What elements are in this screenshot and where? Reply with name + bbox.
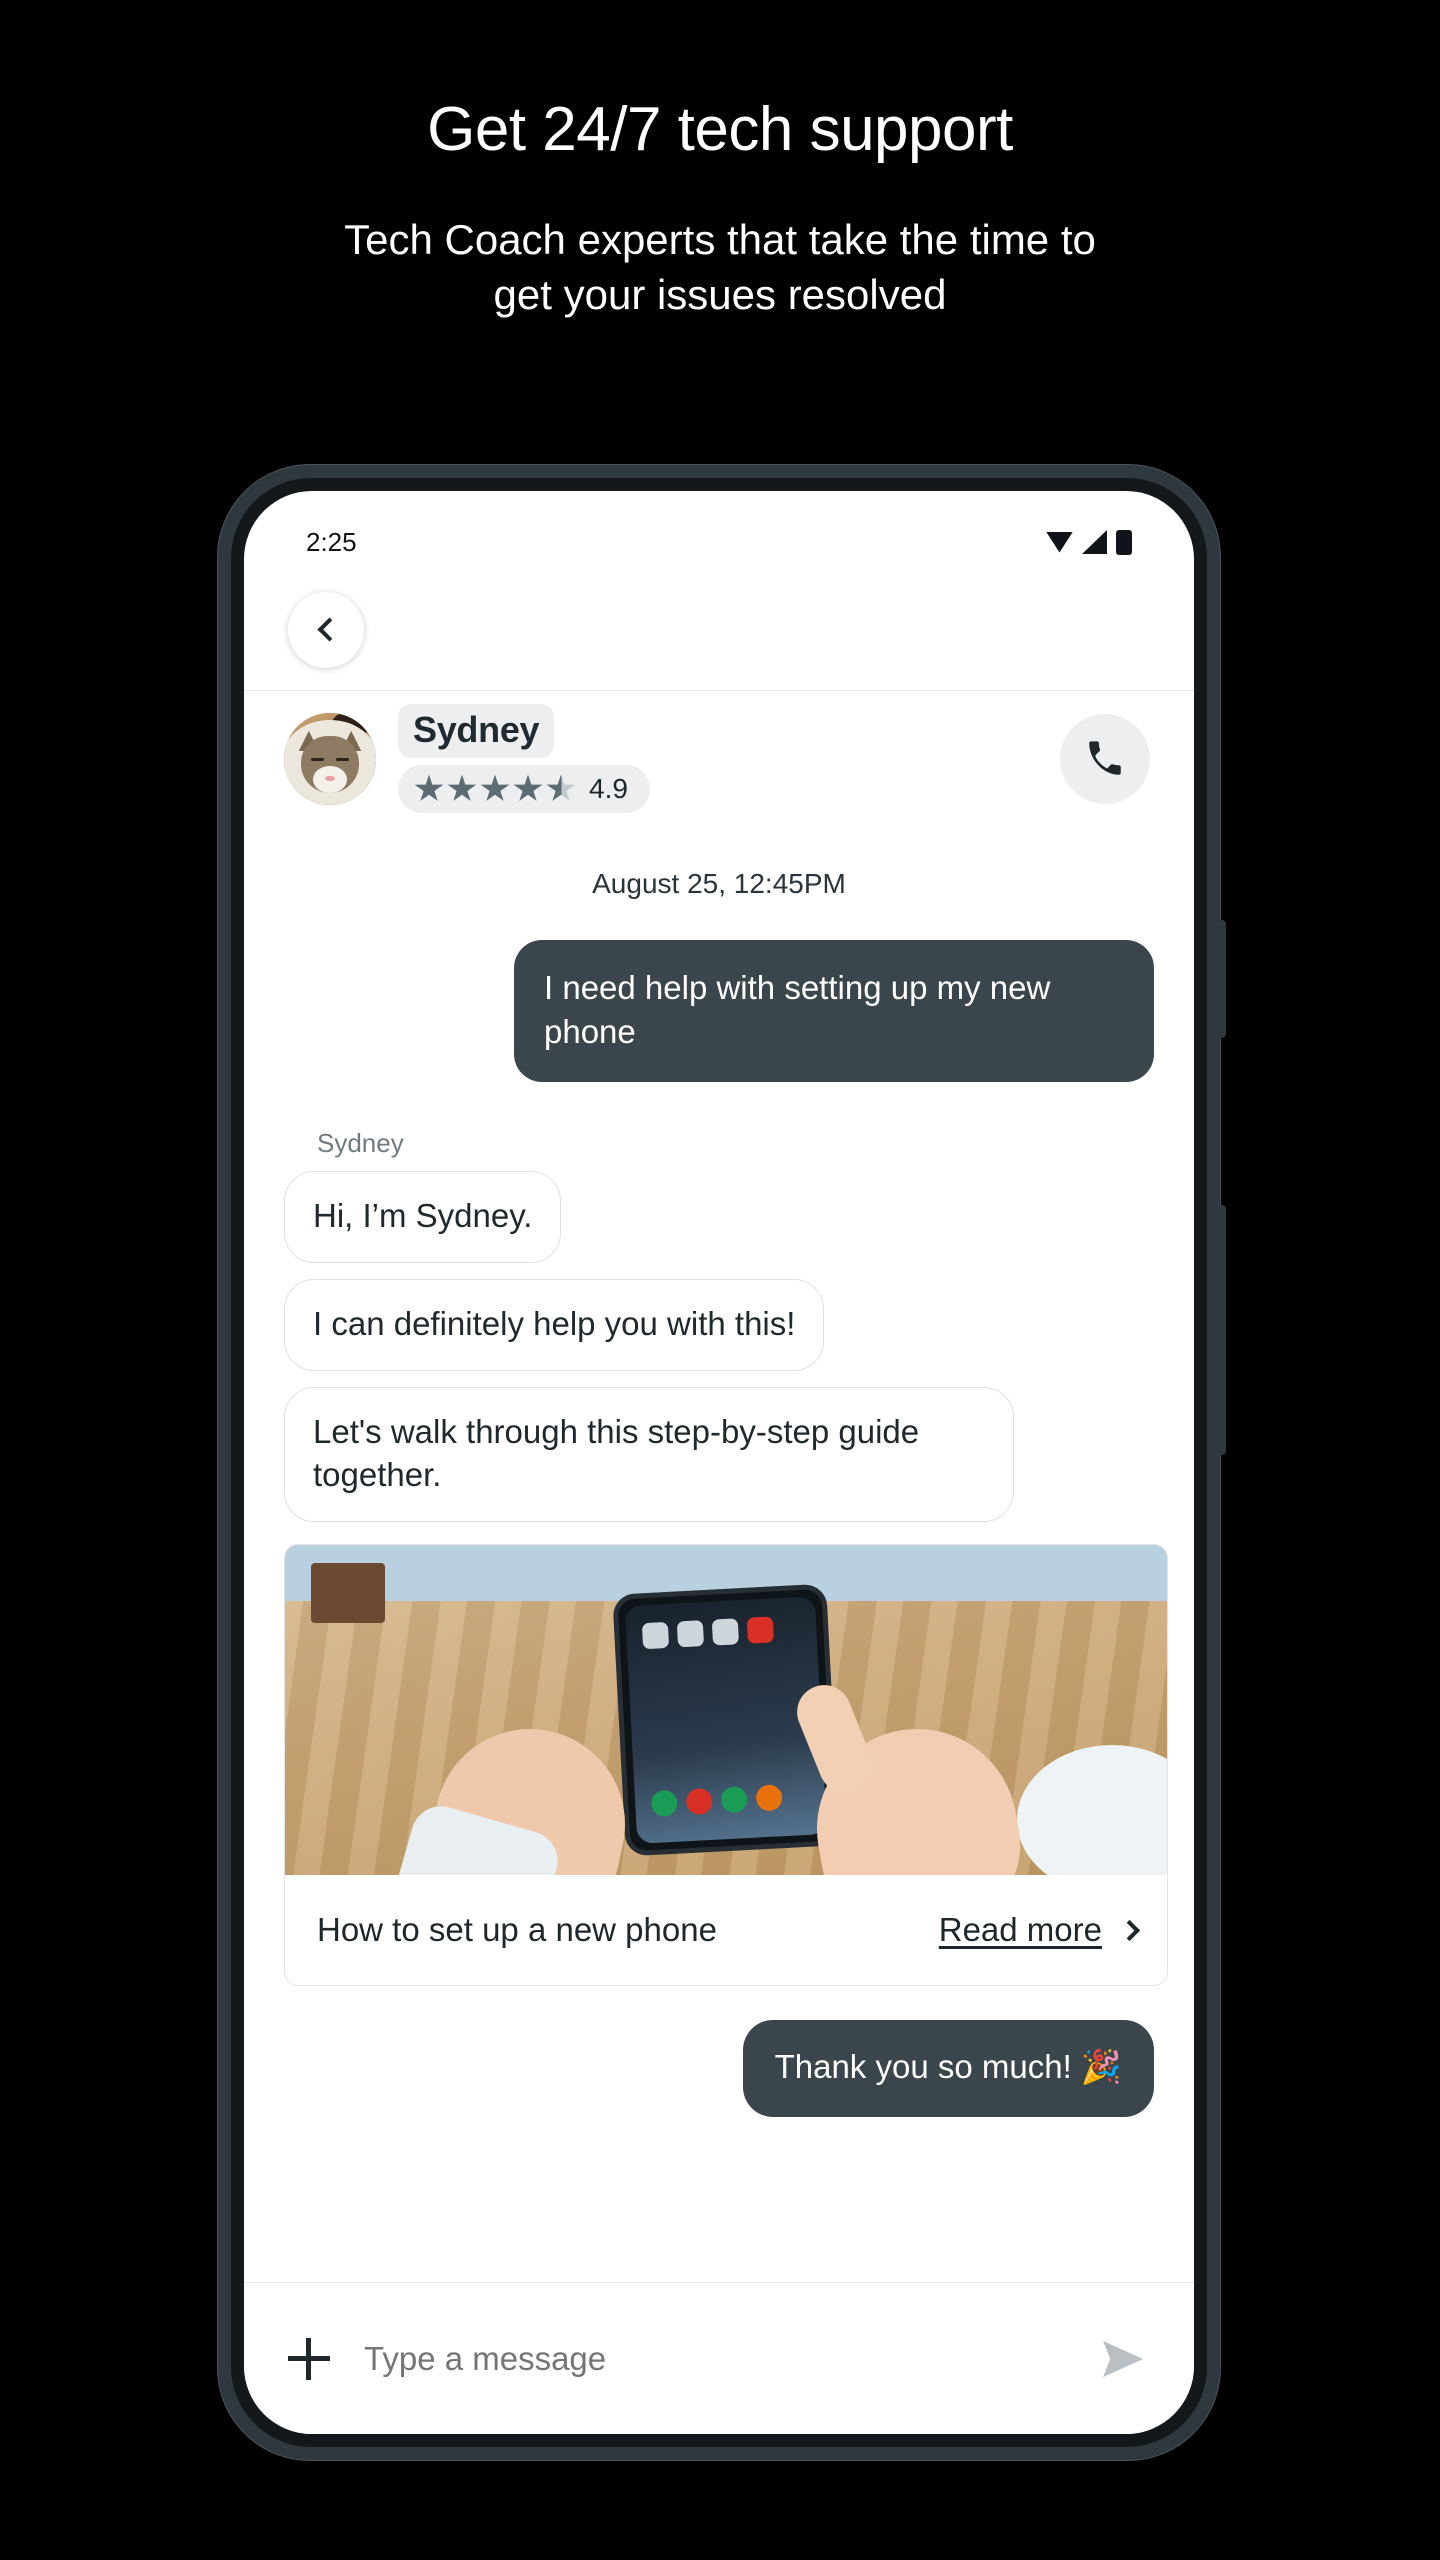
- call-button[interactable]: [1060, 713, 1150, 804]
- status-time: 2:25: [306, 526, 357, 557]
- phone-screen: 2:25 Sydney 4.9 August 25, 12:45PM I nee…: [244, 491, 1194, 2434]
- conversation-thread[interactable]: August 25, 12:45PM I need help with sett…: [244, 826, 1194, 2282]
- message-bubble-incoming: Hi, I’m Sydney.: [284, 1170, 562, 1263]
- chevron-right-icon: [1118, 1919, 1141, 1941]
- wifi-icon: [1046, 531, 1073, 553]
- message-composer: [244, 2282, 1194, 2434]
- promo-screenshot: Get 24/7 tech support Tech Coach experts…: [0, 0, 1440, 2560]
- send-icon: [1103, 2340, 1143, 2377]
- star-icon: [513, 774, 543, 801]
- article-title: How to set up a new phone: [317, 1911, 717, 1949]
- subtitle-line-1: Tech Coach experts that take the time to: [344, 216, 1096, 263]
- article-card[interactable]: How to set up a new phone Read more: [284, 1544, 1168, 1987]
- status-icon-group: [1046, 529, 1132, 555]
- page-subtitle: Tech Coach experts that take the time to…: [160, 212, 1280, 323]
- avatar[interactable]: [284, 712, 376, 805]
- message-sender-label: Sydney: [317, 1127, 404, 1158]
- read-more-button[interactable]: Read more: [938, 1911, 1141, 1949]
- message-input[interactable]: [364, 2339, 1066, 2378]
- article-thumbnail: [285, 1545, 1167, 1876]
- device-bezel: 2:25 Sydney 4.9 August 25, 12:45PM I nee…: [231, 478, 1207, 2447]
- message-bubble-outgoing: Thank you so much! 🎉: [742, 2020, 1154, 2118]
- star-icon: [447, 774, 477, 801]
- article-card-footer: How to set up a new phone Read more: [285, 1875, 1167, 1985]
- agent-header: Sydney 4.9: [244, 691, 1194, 826]
- star-rating: [414, 774, 576, 804]
- status-bar: 2:25: [244, 491, 1194, 569]
- battery-icon: [1116, 529, 1132, 555]
- send-button[interactable]: [1100, 2339, 1146, 2379]
- message-bubble-outgoing: I need help with setting up my new phone: [514, 940, 1154, 1082]
- volume-button[interactable]: [1217, 1205, 1226, 1455]
- read-more-label: Read more: [938, 1911, 1102, 1949]
- plus-icon[interactable]: [288, 2337, 330, 2380]
- message-bubble-incoming: Let's walk through this step-by-step gui…: [284, 1386, 1014, 1523]
- signal-icon: [1082, 530, 1107, 554]
- conversation-daystamp: August 25, 12:45PM: [592, 868, 846, 899]
- star-icon: [414, 774, 444, 801]
- phone-device-frame: 2:25 Sydney 4.9 August 25, 12:45PM I nee…: [218, 465, 1226, 2460]
- message-bubble-incoming: I can definitely help you with this!: [284, 1278, 825, 1371]
- star-icon: [480, 774, 510, 801]
- star-half-icon: [546, 774, 576, 801]
- back-button[interactable]: [288, 591, 364, 668]
- chevron-left-icon: [316, 617, 342, 642]
- power-button[interactable]: [1217, 920, 1226, 1038]
- agent-name: Sydney: [398, 704, 555, 758]
- phone-icon: [1089, 740, 1121, 775]
- nav-bar: [244, 569, 1194, 691]
- page-title: Get 24/7 tech support: [427, 95, 1013, 164]
- agent-meta: Sydney 4.9: [398, 704, 650, 813]
- rating-value: 4.9: [589, 773, 628, 804]
- subtitle-line-2: get your issues resolved: [493, 271, 947, 319]
- rating-badge: 4.9: [398, 765, 650, 813]
